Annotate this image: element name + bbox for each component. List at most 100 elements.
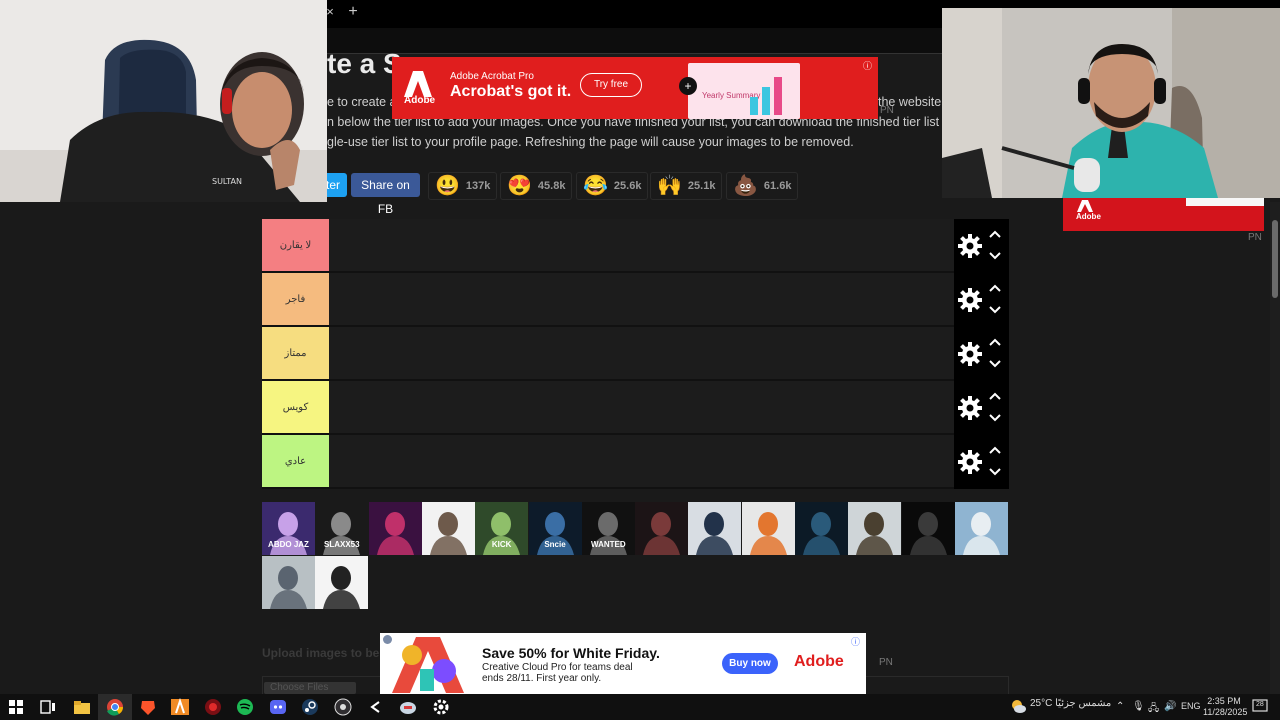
avatar-image: [909, 512, 947, 555]
app-game-icon[interactable]: [398, 698, 418, 716]
ad-info-icon[interactable]: ⓘ: [851, 635, 860, 648]
reaction-heart-eyes-button[interactable]: 😍 45.8k: [500, 172, 573, 200]
ad-brand-label: Adobe: [404, 95, 436, 106]
tier-image-thumbnail[interactable]: [795, 502, 848, 555]
tier-row: عادي: [262, 435, 1009, 489]
tier-image-thumbnail[interactable]: [741, 502, 795, 555]
brave-icon[interactable]: [138, 698, 158, 716]
image-pool: ABDO JAZ SLAXX53 KICK Sncie WANTED: [262, 502, 1009, 610]
move-tier-down-icon[interactable]: [988, 467, 1002, 477]
choose-files-button[interactable]: Choose Files: [264, 682, 356, 694]
tier-image-thumbnail[interactable]: [262, 556, 315, 609]
tier-label[interactable]: كويس: [262, 381, 329, 433]
taskbar-clock[interactable]: 2:35 PM 11/28/2025: [1203, 696, 1247, 718]
tier-image-thumbnail[interactable]: ABDO JAZ: [262, 502, 315, 555]
avatar-image: [856, 512, 894, 555]
tier-image-thumbnail[interactable]: KICK: [475, 502, 529, 555]
avatar-image: [696, 512, 734, 555]
tier-settings-gear-icon[interactable]: [957, 341, 983, 367]
plus-icon: +: [679, 77, 697, 95]
share-facebook-button[interactable]: Share on FB: [351, 173, 420, 216]
tier-image-thumbnail[interactable]: [954, 502, 1008, 555]
move-tier-up-icon[interactable]: [988, 445, 1002, 455]
tier-drop-zone[interactable]: [329, 273, 954, 325]
language-indicator[interactable]: ENG: [1181, 701, 1201, 711]
tier-label[interactable]: ممتاز: [262, 327, 329, 379]
tier-drop-zone[interactable]: [329, 327, 954, 379]
tier-image-thumbnail[interactable]: [848, 502, 902, 555]
reaction-poop-button[interactable]: 💩 61.6k: [726, 172, 799, 200]
avatar-image: [270, 566, 307, 609]
tier-settings-gear-icon[interactable]: [957, 233, 983, 259]
tier-controls: [954, 327, 1009, 381]
volume-icon[interactable]: 🔊: [1164, 701, 1176, 712]
tier-image-thumbnail[interactable]: SLAXX53: [315, 502, 369, 555]
settings-gear-icon[interactable]: [431, 698, 451, 716]
obs-icon[interactable]: [333, 698, 353, 716]
tier-label[interactable]: لا يقارن: [262, 219, 329, 271]
thumbnail-caption: ABDO JAZ: [268, 540, 309, 549]
tier-settings-gear-icon[interactable]: [957, 395, 983, 421]
tier-settings-gear-icon[interactable]: [957, 287, 983, 313]
windows-start-icon[interactable]: [6, 698, 26, 716]
tier-label[interactable]: عادي: [262, 435, 329, 487]
tier-label[interactable]: فاجر: [262, 273, 329, 325]
move-tier-down-icon[interactable]: [988, 251, 1002, 261]
weather-icon: [1012, 700, 1026, 713]
tier-image-thumbnail[interactable]: [688, 502, 742, 555]
file-explorer-icon[interactable]: [72, 698, 92, 716]
app-g-icon[interactable]: [366, 698, 386, 716]
tier-image-thumbnail[interactable]: [315, 556, 369, 609]
smile-emoji-icon: 😃: [435, 175, 460, 197]
network-icon[interactable]: 🖧: [1148, 701, 1159, 718]
tier-image-thumbnail[interactable]: [901, 502, 955, 555]
buy-now-button[interactable]: Buy now: [722, 653, 778, 674]
ad-banner-strip: [1186, 198, 1264, 206]
spotify-icon[interactable]: [235, 698, 255, 716]
adobe-creative-cloud-ad[interactable]: Save 50% for White Friday. Creative Clou…: [380, 633, 866, 694]
microphone-icon[interactable]: 🎙: [1132, 701, 1145, 712]
adobe-side-ad[interactable]: Adobe: [1063, 198, 1264, 231]
move-tier-down-icon[interactable]: [988, 305, 1002, 315]
reaction-laugh-button[interactable]: 😂 25.6k: [576, 172, 649, 200]
reaction-smile-button[interactable]: 😃 137k: [428, 172, 498, 200]
discord-icon[interactable]: [268, 698, 288, 716]
chrome-icon[interactable]: [105, 698, 125, 716]
task-view-icon[interactable]: [38, 698, 58, 716]
tray-chevron-icon[interactable]: ⌃: [1116, 701, 1124, 712]
tier-image-thumbnail[interactable]: [368, 502, 422, 555]
avatar-image: [749, 512, 787, 555]
try-free-button[interactable]: Try free: [580, 73, 642, 97]
move-tier-down-icon[interactable]: [988, 359, 1002, 369]
raised-hands-emoji-icon: 🙌: [657, 175, 682, 197]
adobe-acrobat-ad[interactable]: Adobe Adobe Acrobat Pro Acrobat's got it…: [392, 57, 878, 119]
steam-icon[interactable]: [300, 698, 320, 716]
move-tier-up-icon[interactable]: [988, 283, 1002, 293]
notification-center-icon[interactable]: 28: [1252, 699, 1268, 713]
reaction-raised-hands-button[interactable]: 🙌 25.1k: [650, 172, 723, 200]
move-tier-down-icon[interactable]: [988, 413, 1002, 423]
tier-drop-zone[interactable]: [329, 435, 954, 487]
tier-image-thumbnail[interactable]: WANTED: [581, 502, 635, 555]
move-tier-up-icon[interactable]: [988, 391, 1002, 401]
app-red-circle-icon[interactable]: [203, 698, 223, 716]
taskbar-weather[interactable]: 25°C مشمس جزئيًا: [1030, 698, 1111, 709]
webcam-overlay-left: SULTAN: [0, 0, 327, 202]
app-a-icon[interactable]: [170, 698, 190, 716]
tier-controls: [954, 381, 1009, 435]
tier-list: لا يقارن فاجر ممتاز كويس عادي: [262, 219, 1009, 489]
tier-image-thumbnail[interactable]: Sncie: [528, 502, 582, 555]
move-tier-up-icon[interactable]: [988, 337, 1002, 347]
upload-label: Upload images to be s: [262, 646, 390, 660]
tier-image-thumbnail[interactable]: [421, 502, 475, 555]
new-tab-button[interactable]: +: [344, 3, 362, 23]
scrollbar-thumb[interactable]: [1272, 220, 1278, 298]
ad-info-icon[interactable]: ⓘ: [863, 59, 872, 72]
tier-settings-gear-icon[interactable]: [957, 449, 983, 475]
tier-image-thumbnail[interactable]: [635, 502, 689, 555]
tier-drop-zone[interactable]: [329, 381, 954, 433]
adobe-logo-icon: [1077, 200, 1093, 212]
tier-drop-zone[interactable]: [329, 219, 954, 271]
ad-brand-label: Adobe: [794, 653, 844, 670]
move-tier-up-icon[interactable]: [988, 229, 1002, 239]
